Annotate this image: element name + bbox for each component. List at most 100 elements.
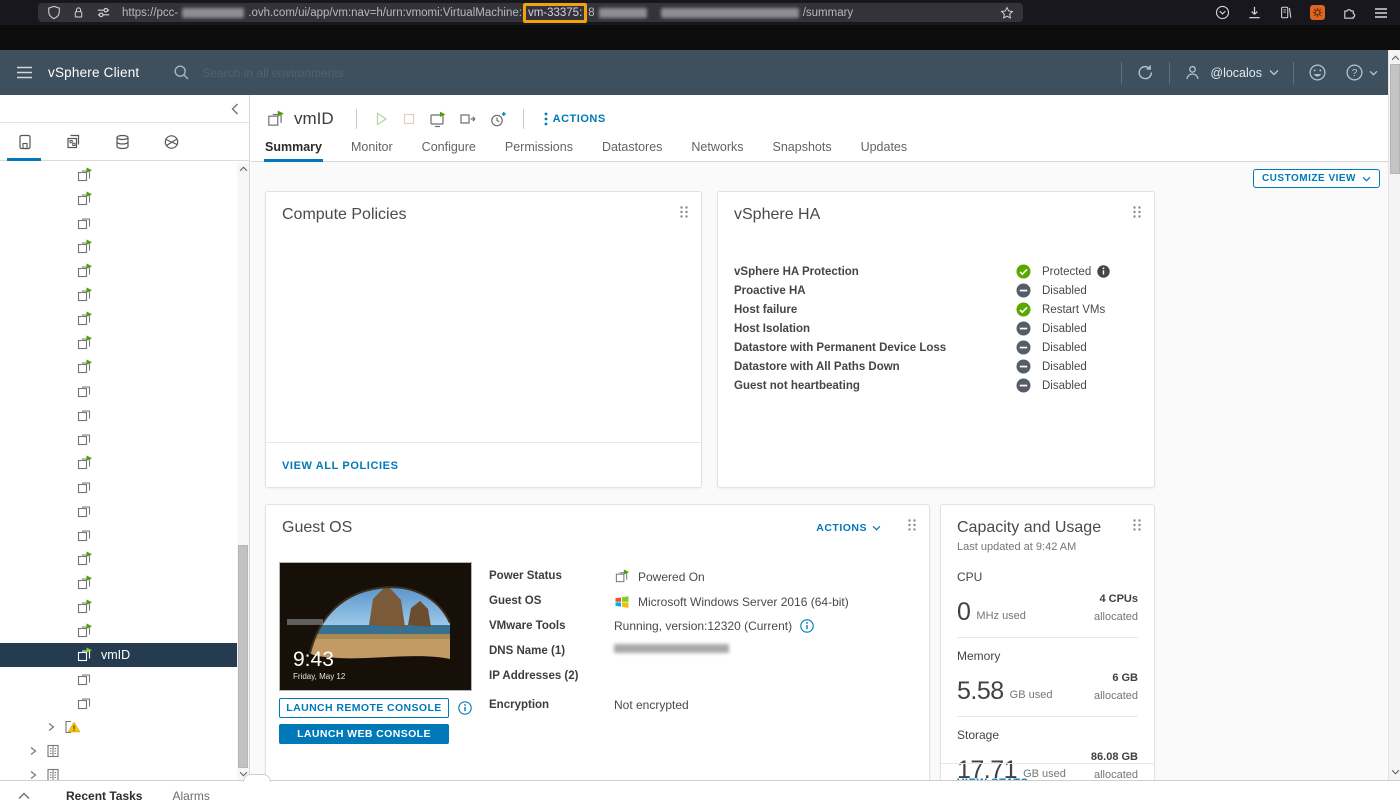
tree-row-vm[interactable] <box>0 187 237 211</box>
tree-row-vm[interactable] <box>0 667 237 691</box>
drag-handle-icon[interactable] <box>1132 205 1142 219</box>
tree-row-vm[interactable] <box>0 691 237 715</box>
tab-summary[interactable]: Summary <box>264 135 323 162</box>
vm-console-thumbnail[interactable]: 9:43 Friday, May 12 <box>279 562 472 691</box>
tree-row-vm[interactable] <box>0 403 237 427</box>
refresh-icon[interactable] <box>1136 63 1155 82</box>
tracking-shield-icon[interactable] <box>47 5 61 20</box>
tree-row-vm[interactable] <box>0 283 237 307</box>
datacenter-icon <box>45 743 61 759</box>
inventory-tab-networking[interactable] <box>157 123 185 161</box>
tree-row-host-warning[interactable] <box>0 715 237 739</box>
inventory-tab-hosts-and-clusters[interactable] <box>7 123 41 161</box>
customize-view-button[interactable]: CUSTOMIZE VIEW <box>1252 169 1380 188</box>
tree-row-vm[interactable] <box>0 547 237 571</box>
status-ok-icon <box>1016 264 1042 279</box>
black-band <box>0 25 1400 50</box>
collapse-sidebar-icon[interactable] <box>231 103 239 115</box>
expand-chevron-right-icon[interactable] <box>46 722 56 732</box>
drag-handle-icon[interactable] <box>1132 518 1142 532</box>
tree-row-vm[interactable] <box>0 571 237 595</box>
tree-row-vm[interactable] <box>0 619 237 643</box>
tab-updates[interactable]: Updates <box>860 135 909 161</box>
menu-hamburger-icon[interactable] <box>1374 7 1388 19</box>
tree-vm-label: vmID <box>101 648 131 662</box>
scrollbar-thumb[interactable] <box>238 545 248 768</box>
power-on-button[interactable] <box>373 111 389 127</box>
launch-remote-console-button[interactable]: LAUNCH REMOTE CONSOLE <box>279 698 449 718</box>
scroll-up-icon[interactable] <box>238 163 248 175</box>
tree-row-datacenter[interactable] <box>0 763 237 780</box>
scroll-down-icon[interactable] <box>1390 766 1400 778</box>
feedback-smiley-icon[interactable] <box>1308 63 1327 82</box>
drag-handle-icon[interactable] <box>907 518 917 532</box>
tree-row-vm[interactable] <box>0 475 237 499</box>
capacity-metric-name: Memory <box>957 649 1001 663</box>
tree-row-vm[interactable] <box>0 451 237 475</box>
extensions-puzzle-icon[interactable] <box>1342 5 1357 20</box>
tree-row-vm[interactable] <box>0 595 237 619</box>
info-icon[interactable] <box>1097 265 1110 278</box>
global-search[interactable]: Search in all environments <box>173 64 344 81</box>
guest-os-fields: Power Status Powered On Guest OS Microsoft … <box>489 567 913 721</box>
bookmark-star-icon[interactable] <box>1000 5 1014 20</box>
expand-chevron-right-icon[interactable] <box>28 746 38 756</box>
thumbnail-date: Friday, May 12 <box>293 672 346 681</box>
info-icon[interactable] <box>458 701 472 715</box>
tab-monitor[interactable]: Monitor <box>350 135 394 161</box>
tab-datastores[interactable]: Datastores <box>601 135 663 161</box>
vm-actions-button[interactable]: ACTIONS <box>544 112 606 126</box>
tree-row-vm[interactable] <box>0 259 237 283</box>
vm-tabs: Summary Monitor Configure Permissions Datast… <box>251 135 1400 162</box>
view-all-policies-link[interactable]: VIEW ALL POLICIES <box>282 460 399 472</box>
drag-handle-icon[interactable] <box>679 205 689 219</box>
tree-row-vm[interactable] <box>0 307 237 331</box>
tree-row-vm[interactable] <box>0 355 237 379</box>
help-menu[interactable]: ? <box>1345 63 1378 82</box>
pocket-icon[interactable] <box>1215 5 1230 20</box>
launch-web-console-button[interactable]: LAUNCH WEB CONSOLE <box>279 724 449 744</box>
tree-row-vm[interactable] <box>0 427 237 451</box>
scrollbar-thumb[interactable] <box>1390 64 1400 174</box>
guest-os-actions-button[interactable]: ACTIONS <box>816 522 881 534</box>
launch-console-button[interactable] <box>429 111 447 128</box>
tree-row-vm[interactable] <box>0 499 237 523</box>
taskbar-tab-recent-tasks[interactable]: Recent Tasks <box>66 789 142 803</box>
expand-panel-chevron-up-icon[interactable] <box>18 792 30 800</box>
tab-snapshots[interactable]: Snapshots <box>772 135 833 161</box>
info-icon[interactable] <box>800 619 814 633</box>
tab-configure[interactable]: Configure <box>421 135 477 161</box>
tree-row-vm[interactable] <box>0 235 237 259</box>
tree-row-vm[interactable] <box>0 379 237 403</box>
expand-chevron-right-icon[interactable] <box>28 770 38 780</box>
tab-networks[interactable]: Networks <box>690 135 744 161</box>
help-icon: ? <box>1345 63 1364 82</box>
page-scrollbar[interactable] <box>1388 50 1400 780</box>
user-menu[interactable]: @localos <box>1184 64 1279 81</box>
scroll-up-icon[interactable] <box>1390 52 1400 64</box>
panel-drag-handle[interactable] <box>243 774 271 782</box>
url-bar[interactable]: https://pcc- .ovh.com/ui/app/vm:nav=h/urn… <box>38 2 1023 23</box>
sidebar-scrollbar[interactable] <box>237 163 249 780</box>
guest-field-label: DNS Name (1) <box>489 645 566 657</box>
app-menu-hamburger-icon[interactable] <box>16 66 33 79</box>
vm-powered-on-icon <box>76 455 93 471</box>
snapshot-button[interactable] <box>489 111 507 128</box>
tab-permissions[interactable]: Permissions <box>504 135 574 161</box>
tree-row-vm[interactable] <box>0 211 237 235</box>
downloads-icon[interactable] <box>1247 5 1262 20</box>
tree-row-datacenter[interactable] <box>0 739 237 763</box>
permissions-sliders-icon[interactable] <box>96 5 111 20</box>
tree-row-vm[interactable] <box>0 163 237 187</box>
tree-row-vm[interactable] <box>0 523 237 547</box>
tree-row-vm[interactable] <box>0 331 237 355</box>
tree-row-selected-vm[interactable]: vmID <box>0 643 237 667</box>
lock-icon[interactable] <box>72 5 85 20</box>
taskbar-tab-alarms[interactable]: Alarms <box>172 789 209 803</box>
extension-gear-icon[interactable] <box>1310 5 1325 20</box>
library-icon[interactable] <box>1279 5 1293 20</box>
power-off-button[interactable] <box>401 111 417 127</box>
migrate-button[interactable] <box>459 111 477 127</box>
inventory-tab-vms-and-templates[interactable] <box>59 123 87 161</box>
inventory-tab-storage[interactable] <box>108 123 136 161</box>
